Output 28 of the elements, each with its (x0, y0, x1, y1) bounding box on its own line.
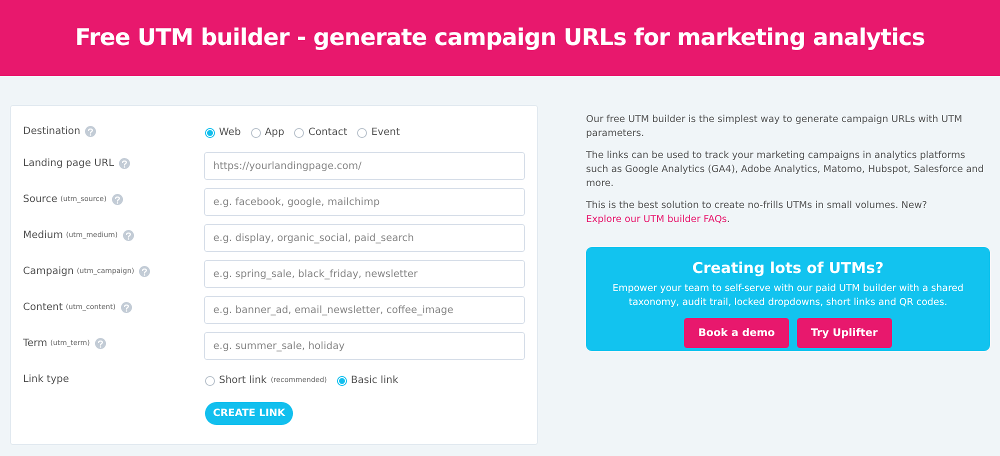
promo-text: Empower your team to self-serve with our paid UTM builder with a shared taxonomy, audit trail, locked dropdowns, short links and QR codes. (611, 282, 965, 310)
radio-option[interactable]: App (250, 125, 284, 140)
intro-paragraph: This is the best solution to create no-frills UTMs in small volumes. New? Explore our UTM builder FAQs. (586, 199, 928, 227)
field-label: Landing page URL (23, 157, 114, 171)
field-label: Content (23, 301, 63, 315)
text-field[interactable]: e.g. facebook, google, mailchimp (204, 188, 525, 216)
text-field[interactable]: e.g. display, organic_social, paid_search (204, 224, 525, 252)
radio-option[interactable]: Web (205, 125, 241, 140)
text-field[interactable]: https://yourlandingpage.com/ (204, 152, 525, 180)
radio-option[interactable]: Event (357, 125, 400, 140)
field-label: Term (23, 337, 48, 351)
field-label: Link type (23, 373, 69, 387)
radio-option[interactable]: Basic link (336, 373, 398, 388)
page-title: Free UTM builder - generate campaign URLs for marketing analytics (75, 24, 925, 53)
intro-paragraph: Our free UTM builder is the simplest way to generate campaign URLs with UTM parameters. (586, 113, 964, 141)
field-label: Medium (23, 229, 63, 243)
radio-option[interactable]: Contact (294, 125, 348, 140)
field-label: Destination (23, 125, 80, 139)
field-label: Source (23, 193, 58, 207)
text-field[interactable]: e.g. spring_sale, black_friday, newsletter (204, 260, 525, 288)
text-field[interactable]: e.g. banner_ad, email_newsletter, coffee_image (204, 296, 525, 324)
text-field[interactable]: e.g. summer_sale, holiday (204, 332, 525, 360)
promo-button[interactable]: Try Uplifter (796, 318, 892, 348)
faq-link[interactable]: Explore our UTM builder FAQs (586, 214, 727, 225)
field-label: Campaign (23, 265, 74, 279)
promo-button[interactable]: Book a demo (684, 318, 789, 348)
intro-paragraph: The links can be used to track your marketing campaigns in analytics platforms such as Google Analytics (GA4), Adobe Analytics, Matomo, Hubspot, Salesforce and more. (586, 149, 985, 191)
promo-title: Creating lots of UTMs? (692, 259, 884, 277)
